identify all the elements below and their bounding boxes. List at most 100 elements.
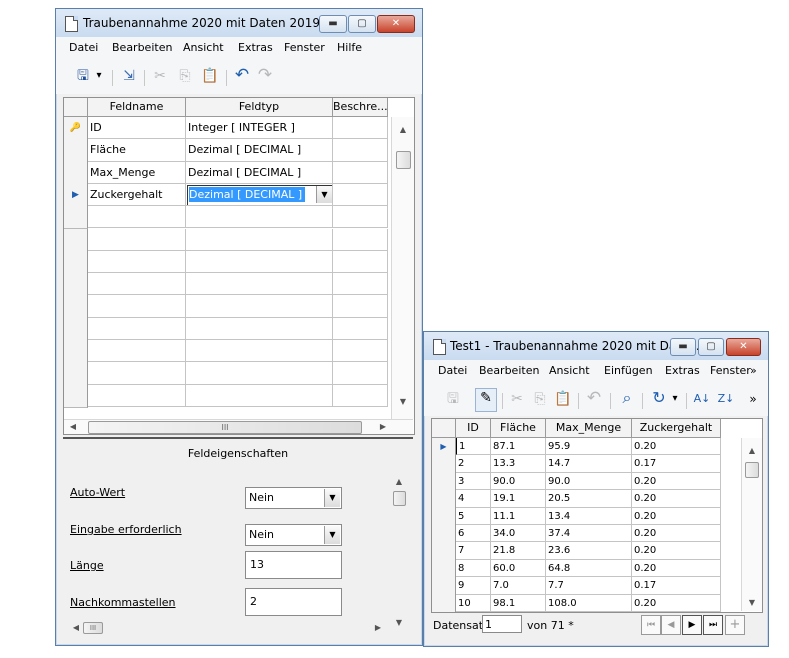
last-record-button[interactable]: ⏭ — [703, 615, 723, 635]
id-cell[interactable]: 3 — [456, 472, 491, 491]
sort-ascending-icon[interactable]: A↓ — [692, 390, 712, 408]
max-menge-cell[interactable]: 20.5 — [546, 490, 632, 508]
menu-datei[interactable]: Datei — [438, 364, 467, 377]
field-type-cell[interactable]: Dezimal [ DECIMAL ] — [186, 139, 333, 162]
row-header[interactable] — [432, 472, 456, 492]
column-header-beschreibung[interactable]: Beschre... — [333, 98, 388, 117]
properties-vertical-scrollbar[interactable]: ▲ ▼ — [391, 471, 407, 627]
chevron-down-icon[interactable]: ▼ — [324, 526, 340, 544]
flaeche-cell[interactable]: 21.8 — [491, 542, 546, 560]
scroll-left-icon[interactable]: ◀ — [66, 422, 80, 431]
column-header-feldtyp[interactable]: Feldtyp — [186, 98, 333, 117]
id-cell[interactable]: 7 — [456, 542, 491, 560]
empty-cell[interactable] — [88, 384, 186, 407]
scroll-thumb[interactable] — [393, 491, 406, 506]
new-record-button[interactable]: + — [725, 615, 745, 635]
description-cell[interactable] — [333, 183, 388, 207]
max-menge-cell[interactable]: 108.0 — [546, 594, 632, 612]
menu-fenster[interactable]: Fenster — [710, 364, 751, 377]
minimize-button[interactable]: ▬ — [319, 15, 347, 33]
row-header[interactable]: ▶ — [64, 183, 88, 208]
row-header[interactable] — [432, 542, 456, 561]
minimize-button[interactable]: ▬ — [670, 338, 696, 356]
next-record-button[interactable]: ▶ — [682, 615, 702, 635]
toolbar-overflow-icon[interactable]: » — [746, 390, 760, 408]
menu-extras[interactable]: Extras — [665, 364, 700, 377]
max-menge-cell[interactable]: 90.0 — [546, 472, 632, 491]
previous-record-button[interactable]: ◀ — [661, 615, 681, 635]
empty-cell[interactable] — [186, 228, 333, 251]
first-record-button[interactable]: ⏮ — [641, 615, 661, 635]
empty-cell[interactable] — [88, 206, 186, 229]
scroll-up-icon[interactable]: ▲ — [396, 125, 410, 134]
cut-icon[interactable]: ✂ — [508, 390, 526, 408]
zuckergehalt-cell[interactable]: 0.20 — [632, 542, 721, 560]
flaeche-cell[interactable]: 98.1 — [491, 594, 546, 612]
zuckergehalt-cell[interactable]: 0.20 — [632, 525, 721, 543]
menu-extras[interactable]: Extras — [238, 41, 273, 54]
description-cell[interactable] — [333, 273, 388, 296]
description-cell[interactable] — [333, 228, 388, 251]
max-menge-cell[interactable]: 37.4 — [546, 525, 632, 543]
menu-hilfe[interactable]: Hilfe — [337, 41, 362, 54]
save-icon[interactable]: 🖫 — [74, 67, 92, 85]
row-header[interactable] — [64, 206, 88, 230]
column-header-flaeche[interactable]: Fläche — [491, 419, 546, 438]
scroll-left-icon[interactable]: ◀ — [69, 623, 83, 632]
row-header[interactable] — [432, 577, 456, 596]
row-header[interactable] — [64, 250, 88, 275]
vertical-scrollbar[interactable]: ▲ ▼ — [741, 438, 762, 611]
max-menge-cell[interactable]: 14.7 — [546, 455, 632, 473]
description-cell[interactable] — [333, 161, 388, 184]
property-combo[interactable]: Nein ▼ — [245, 487, 342, 509]
edit-mode-icon[interactable]: ✎ — [475, 388, 497, 412]
row-header[interactable] — [432, 507, 456, 526]
zuckergehalt-cell[interactable]: 0.17 — [632, 455, 721, 473]
chevron-down-icon[interactable]: ▼ — [324, 489, 340, 507]
field-type-cell[interactable]: Dezimal [ DECIMAL ] ▼ — [186, 183, 333, 207]
copy-icon[interactable]: ⎘ — [176, 67, 194, 85]
flaeche-cell[interactable]: 7.0 — [491, 577, 546, 595]
property-input[interactable]: 13 — [245, 551, 342, 579]
zuckergehalt-cell[interactable]: 0.17 — [632, 577, 721, 595]
id-cell[interactable]: 9 — [456, 577, 491, 595]
field-name-cell[interactable]: ID — [88, 117, 186, 140]
empty-cell[interactable] — [88, 317, 186, 340]
row-header[interactable] — [64, 384, 88, 408]
empty-cell[interactable] — [186, 250, 333, 274]
scroll-down-icon[interactable]: ▼ — [392, 618, 406, 627]
menu-einfuegen[interactable]: Einfügen — [604, 364, 653, 377]
title-bar[interactable]: Traubenannahme 2020 mit Daten 2019 NE...… — [56, 9, 422, 37]
column-header-zuckergehalt[interactable]: Zuckergehalt — [632, 419, 721, 438]
title-bar[interactable]: Test1 - Traubenannahme 2020 mit Date... … — [424, 332, 768, 360]
id-cell[interactable]: 4 — [456, 490, 491, 508]
scroll-right-icon[interactable]: ▶ — [371, 623, 385, 632]
description-cell[interactable] — [333, 384, 388, 407]
empty-cell[interactable] — [186, 340, 333, 363]
cut-icon[interactable]: ✂ — [151, 67, 169, 85]
menu-ansicht[interactable]: Ansicht — [183, 41, 224, 54]
zuckergehalt-cell[interactable]: 0.20 — [632, 507, 721, 525]
refresh-icon[interactable]: ↻ — [650, 389, 668, 407]
flaeche-cell[interactable]: 19.1 — [491, 490, 546, 508]
row-header[interactable] — [432, 594, 456, 612]
index-design-icon[interactable]: ⇲ — [120, 67, 138, 85]
refresh-dropdown-icon[interactable]: ▾ — [670, 390, 680, 408]
empty-cell[interactable] — [88, 250, 186, 274]
chevron-down-icon[interactable]: ▼ — [316, 185, 332, 203]
empty-cell[interactable] — [186, 362, 333, 385]
close-button[interactable]: ✕ — [726, 338, 761, 356]
maximize-button[interactable]: ▢ — [698, 338, 724, 356]
flaeche-cell[interactable]: 60.0 — [491, 559, 546, 578]
row-header[interactable]: ▶ — [432, 438, 456, 457]
description-cell[interactable] — [333, 362, 388, 385]
undo-icon[interactable]: ↶ — [585, 389, 603, 407]
maximize-button[interactable]: ▢ — [348, 15, 376, 33]
scroll-up-icon[interactable]: ▲ — [745, 446, 759, 455]
row-header[interactable] — [64, 317, 88, 341]
column-header-id[interactable]: ID — [456, 419, 491, 438]
copy-icon[interactable]: ⎘ — [531, 390, 549, 408]
scroll-thumb[interactable] — [745, 462, 759, 478]
empty-cell[interactable] — [88, 362, 186, 385]
scroll-thumb[interactable] — [396, 151, 411, 169]
